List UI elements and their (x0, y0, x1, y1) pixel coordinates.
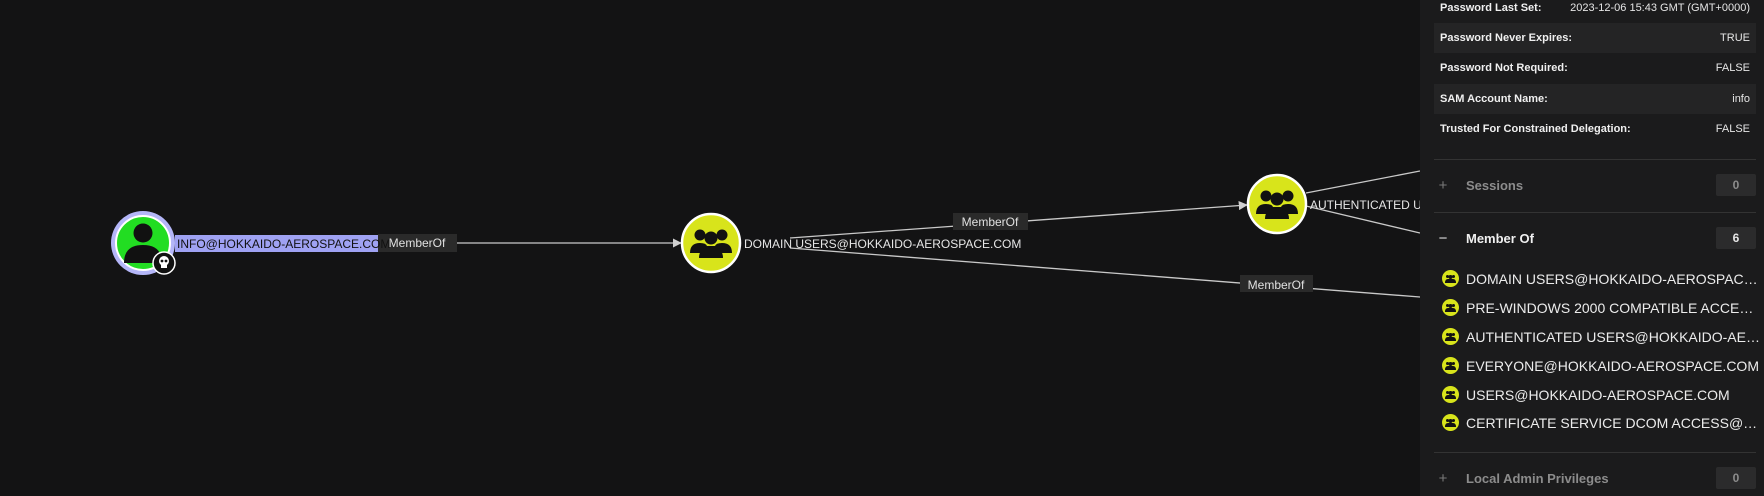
property-value: 2023-12-06 15:43 GMT (GMT+0000) (1570, 2, 1750, 14)
member-of-label: AUTHENTICATED USERS@HOKKAIDO-AEROSPACE.C… (1466, 328, 1760, 345)
member-of-label: DOMAIN USERS@HOKKAIDO-AEROSPACE.COM (1466, 270, 1760, 287)
property-key: Password Never Expires: (1440, 32, 1573, 44)
member-of-item[interactable]: AUTHENTICATED USERS@HOKKAIDO-AEROSPACE.C… (1442, 322, 1760, 351)
member-of-label: EVERYONE@HOKKAIDO-AEROSPACE.COM (1466, 357, 1759, 374)
property-key: Trusted For Constrained Delegation: (1440, 123, 1631, 135)
property-value: FALSE (1715, 123, 1750, 135)
edge-label-memberof-3: MemberOf (1248, 278, 1305, 292)
group-icon (1442, 357, 1459, 374)
skull-icon (152, 251, 176, 275)
section-title: Member Of (1466, 230, 1534, 246)
group-icon (1442, 328, 1459, 345)
expand-icon[interactable]: + (1434, 470, 1452, 487)
property-value: info (1732, 93, 1750, 105)
member-of-item[interactable]: PRE-WINDOWS 2000 COMPATIBLE ACCESS@HOKKA… (1442, 293, 1760, 322)
node-label-authenticated-users: AUTHENTICATED US (1310, 198, 1420, 212)
member-of-item[interactable]: CERTIFICATE SERVICE DCOM ACCESS@HOKKAIDO… (1442, 408, 1760, 437)
property-key: Password Last Set: (1440, 2, 1542, 14)
property-value: FALSE (1715, 62, 1750, 74)
entity-detail-panel: Password Last Set: 2023-12-06 15:43 GMT … (1420, 0, 1764, 496)
group-icon (1442, 270, 1459, 287)
edge-domain-users-to-offscreen[interactable] (789, 247, 1420, 298)
section-sessions[interactable]: + Sessions 0 (1434, 172, 1756, 198)
member-of-item[interactable]: DOMAIN USERS@HOKKAIDO-AEROSPACE.COM (1442, 264, 1760, 293)
property-key: Password Not Required: (1440, 62, 1568, 74)
divider (1434, 452, 1756, 453)
property-password-last-set: Password Last Set: 2023-12-06 15:43 GMT … (1434, 0, 1756, 23)
property-key: SAM Account Name: (1440, 93, 1548, 105)
property-sam-account-name: SAM Account Name: info (1434, 84, 1756, 114)
property-password-never-expires: Password Never Expires: TRUE (1434, 23, 1756, 53)
edge-label-memberof-2: MemberOf (962, 215, 1019, 229)
group-icon (1442, 386, 1459, 403)
member-of-label: CERTIFICATE SERVICE DCOM ACCESS@HOKKAIDO… (1466, 414, 1760, 431)
count-badge: 0 (1716, 174, 1756, 196)
count-badge: 0 (1716, 467, 1756, 489)
node-user-info[interactable] (111, 211, 176, 275)
member-of-item[interactable]: EVERYONE@HOKKAIDO-AEROSPACE.COM (1442, 351, 1760, 380)
group-icon (1442, 414, 1459, 431)
divider (1434, 212, 1756, 213)
count-badge: 6 (1716, 227, 1756, 249)
member-of-label: USERS@HOKKAIDO-AEROSPACE.COM (1466, 386, 1730, 403)
collapse-icon[interactable]: − (1434, 230, 1452, 247)
group-icon (1442, 299, 1459, 316)
graph-canvas[interactable]: MemberOf MemberOf MemberOf INFO@HOKKAIDO… (0, 0, 1420, 496)
edge-auth-users-offscreen-1[interactable] (1305, 170, 1420, 194)
member-of-label: PRE-WINDOWS 2000 COMPATIBLE ACCESS@HOKKA… (1466, 299, 1760, 316)
section-title: Local Admin Privileges (1466, 470, 1609, 486)
member-of-item[interactable]: USERS@HOKKAIDO-AEROSPACE.COM (1442, 380, 1760, 409)
node-authenticated-users[interactable] (1246, 173, 1308, 235)
property-trusted-for-constrained-delegation: Trusted For Constrained Delegation: FALS… (1434, 114, 1756, 144)
node-domain-users[interactable] (680, 212, 742, 274)
section-member-of[interactable]: − Member Of 6 (1434, 225, 1756, 251)
edge-label-memberof-1: MemberOf (389, 236, 446, 250)
node-label-user: INFO@HOKKAIDO-AEROSPACE.COM (177, 237, 390, 251)
section-local-admin-privileges[interactable]: + Local Admin Privileges 0 (1434, 465, 1756, 491)
property-password-not-required: Password Not Required: FALSE (1434, 53, 1756, 83)
property-value: TRUE (1720, 32, 1750, 44)
node-label-domain-users: DOMAIN USERS@HOKKAIDO-AEROSPACE.COM (744, 237, 1021, 251)
section-title: Sessions (1466, 177, 1524, 193)
expand-icon[interactable]: + (1434, 177, 1452, 194)
divider (1434, 159, 1756, 160)
